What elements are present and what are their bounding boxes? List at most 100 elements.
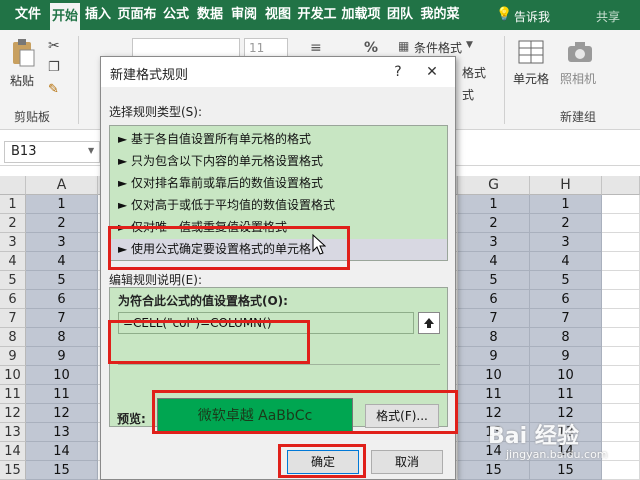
cell[interactable] [602,195,640,214]
ribbon-tab[interactable]: 插入 [82,0,114,30]
cell-a[interactable]: 12 [26,404,98,423]
cell-a[interactable]: 3 [26,233,98,252]
ribbon-tab[interactable]: 页面布 [116,0,158,30]
ribbon-tab[interactable]: 开发工 [296,0,338,30]
cell-g[interactable]: 6 [458,290,530,309]
cell-icon[interactable] [518,40,544,64]
cell-g[interactable]: 3 [458,233,530,252]
cell-a[interactable]: 5 [26,271,98,290]
ribbon-tab[interactable]: 数据 [194,0,226,30]
cell[interactable] [602,328,640,347]
cell[interactable] [602,309,640,328]
cell-a[interactable]: 8 [26,328,98,347]
name-box[interactable]: B13 [4,141,100,163]
cell-g[interactable]: 11 [458,385,530,404]
camera-button[interactable]: 照相机 [560,70,596,87]
cell-h[interactable]: 11 [530,385,602,404]
cell-g[interactable]: 8 [458,328,530,347]
column-header[interactable] [602,176,640,195]
cell[interactable] [602,385,640,404]
cell[interactable] [602,233,640,252]
help-button[interactable]: ? [387,61,409,83]
cancel-button[interactable]: 取消 [371,450,443,474]
ribbon-tab[interactable]: 团队 [384,0,416,30]
dropdown-icon[interactable]: ▼ [466,40,473,50]
rule-type-item[interactable]: ► 只为包含以下内容的单元格设置格式 [110,151,447,172]
cell-h[interactable]: 4 [530,252,602,271]
camera-icon[interactable] [566,40,594,64]
paste-icon[interactable] [10,38,36,68]
cell-h[interactable]: 6 [530,290,602,309]
row-header[interactable]: 3 [0,233,26,252]
cell-a[interactable]: 9 [26,347,98,366]
cell-g[interactable]: 4 [458,252,530,271]
row-header[interactable]: 9 [0,347,26,366]
cell-g[interactable]: 15 [458,461,530,480]
cell[interactable] [602,290,640,309]
rule-type-item[interactable]: ► 仅对高于或低于平均值的数值设置格式 [110,195,447,216]
cell-h[interactable]: 7 [530,309,602,328]
ribbon-tab[interactable]: 加载项 [340,0,382,30]
ribbon-tab[interactable]: 视图 [262,0,294,30]
dialog-title-bar[interactable]: 新建格式规则 ? ✕ [101,57,455,87]
cell[interactable] [602,423,640,442]
cell-g[interactable]: 7 [458,309,530,328]
rule-type-item[interactable]: ► 基于各自值设置所有单元格的格式 [110,129,447,150]
cell-h[interactable]: 9 [530,347,602,366]
row-header[interactable]: 10 [0,366,26,385]
row-header[interactable]: 7 [0,309,26,328]
row-header[interactable]: 5 [0,271,26,290]
row-header[interactable]: 13 [0,423,26,442]
cell-h[interactable]: 1 [530,195,602,214]
cell[interactable] [602,214,640,233]
lightbulb-icon[interactable]: 💡 [496,7,512,22]
cut-icon[interactable]: ✂ [48,38,60,54]
row-header[interactable]: 8 [0,328,26,347]
cell-a[interactable]: 2 [26,214,98,233]
cell-g[interactable]: 2 [458,214,530,233]
cell-a[interactable]: 10 [26,366,98,385]
cell-g[interactable]: 9 [458,347,530,366]
row-header[interactable]: 11 [0,385,26,404]
cell-a[interactable]: 14 [26,442,98,461]
cell[interactable] [602,271,640,290]
cell-a[interactable]: 15 [26,461,98,480]
column-header[interactable]: A [26,176,98,195]
row-header[interactable]: 12 [0,404,26,423]
cell-h[interactable]: 2 [530,214,602,233]
row-header[interactable]: 14 [0,442,26,461]
font-name-box[interactable] [132,38,240,58]
cell[interactable] [602,404,640,423]
row-header[interactable]: 15 [0,461,26,480]
rule-type-item[interactable]: ► 仅对排名靠前或靠后的数值设置格式 [110,173,447,194]
cell[interactable] [602,461,640,480]
cell-a[interactable]: 7 [26,309,98,328]
cell-a[interactable]: 13 [26,423,98,442]
format-painter-icon[interactable]: ✎ [48,82,59,97]
cell-g[interactable]: 1 [458,195,530,214]
row-header[interactable]: 6 [0,290,26,309]
close-icon[interactable]: ✕ [421,61,443,83]
collapse-dialog-icon[interactable] [418,312,440,334]
copy-icon[interactable]: ❐ [48,60,60,75]
ribbon-tab[interactable]: 开始 [50,3,80,30]
ribbon-tab[interactable]: 审阅 [228,0,260,30]
name-box-dropdown-icon[interactable]: ▼ [88,146,94,155]
cell-h[interactable]: 10 [530,366,602,385]
ribbon-tab[interactable]: 我的菜 [418,0,462,30]
align-icon[interactable]: ≡ [310,40,322,56]
cell-button[interactable]: 单元格 [513,70,549,87]
percent-icon[interactable]: % [364,40,378,56]
cell-g[interactable]: 5 [458,271,530,290]
row-header[interactable]: 2 [0,214,26,233]
row-header[interactable]: 4 [0,252,26,271]
font-size-box[interactable]: 11 [244,38,288,58]
ribbon-tab[interactable]: 公式 [160,0,192,30]
cell-a[interactable]: 1 [26,195,98,214]
table-format-button[interactable]: 格式 [462,64,486,81]
paste-button[interactable]: 粘贴 [10,72,34,89]
column-header[interactable]: G [458,176,530,195]
cell-h[interactable]: 3 [530,233,602,252]
column-header[interactable]: H [530,176,602,195]
cell-g[interactable]: 10 [458,366,530,385]
